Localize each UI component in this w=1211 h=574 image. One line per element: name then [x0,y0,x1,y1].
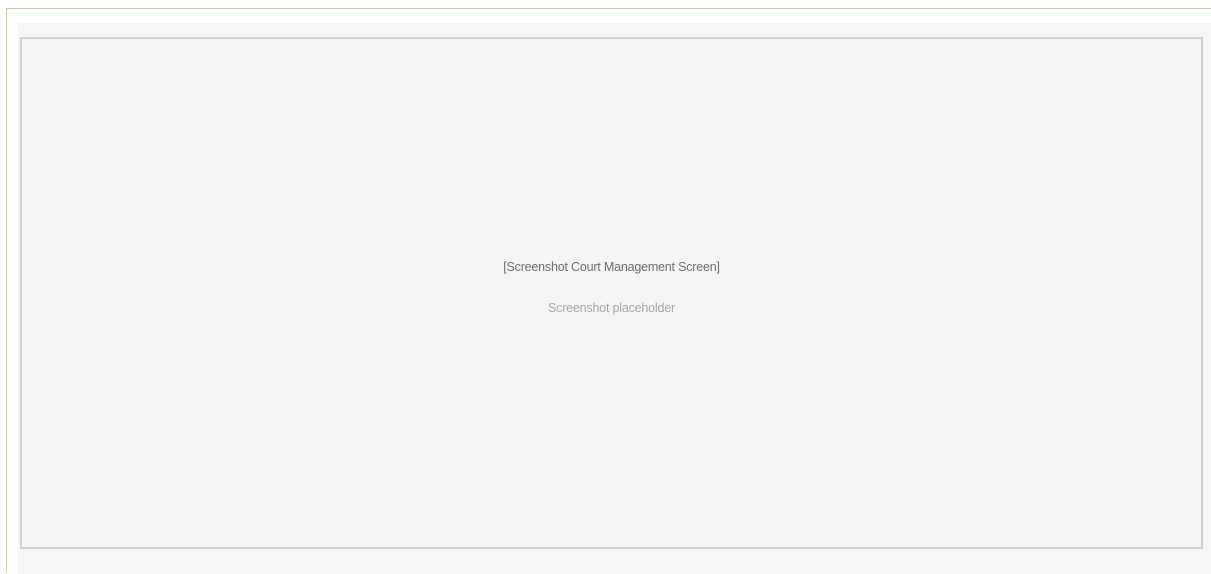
screenshot-panel: [Screenshot Court Management Screen] Scr… [18,23,1211,574]
screenshot-placeholder: [Screenshot Court Management Screen] Scr… [20,37,1203,549]
content-frame: [Screenshot Court Management Screen] Scr… [6,8,1211,574]
placeholder-title: [Screenshot Court Management Screen] [503,260,720,274]
placeholder-subtitle: Screenshot placeholder [548,301,675,315]
